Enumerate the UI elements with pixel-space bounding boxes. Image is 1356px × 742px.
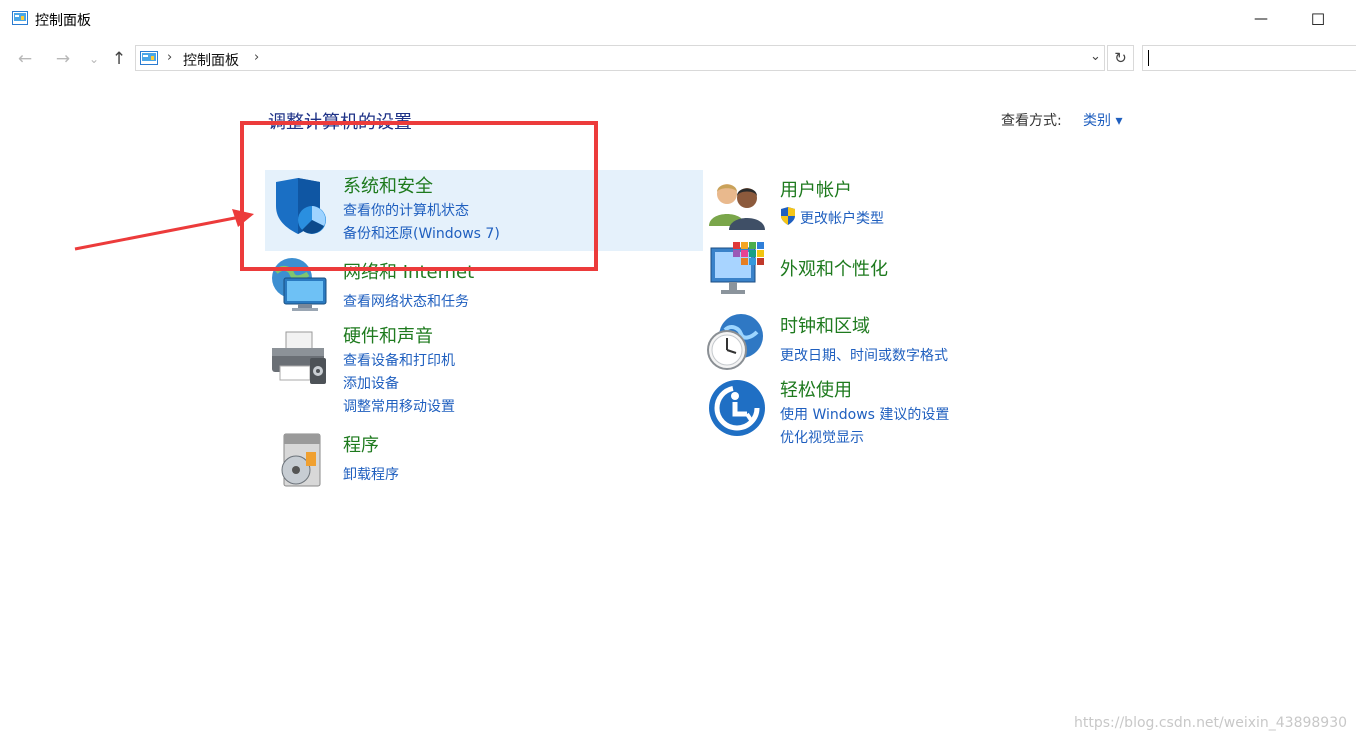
control-panel-icon (140, 51, 158, 65)
link-recommended-settings[interactable]: 使用 Windows 建议的设置 (780, 404, 949, 424)
programs-icon (281, 433, 321, 487)
link-uninstall-program[interactable]: 卸载程序 (343, 464, 399, 484)
view-by-dropdown[interactable]: 类别 ▾ (1083, 110, 1122, 130)
category-appearance[interactable]: 外观和个性化 (780, 255, 888, 281)
address-bar[interactable] (135, 45, 1105, 71)
link-optimize-display[interactable]: 优化视觉显示 (780, 427, 864, 447)
maximize-button[interactable]: ☐ (1295, 0, 1341, 38)
link-network-status[interactable]: 查看网络状态和任务 (343, 291, 469, 311)
annotation-arrow-icon (74, 209, 254, 251)
breadcrumb-control-panel[interactable]: 控制面板 (183, 50, 239, 70)
window-title: 控制面板 (35, 13, 91, 29)
link-change-date-time-format[interactable]: 更改日期、时间或数字格式 (780, 345, 948, 365)
title-bar (0, 0, 1356, 38)
arrow-up-icon: ↑ (111, 49, 127, 69)
view-by-label: 查看方式: (1001, 113, 1062, 129)
refresh-icon: ↻ (1114, 49, 1127, 67)
watermark: https://blog.csdn.net/weixin_43898930 (1074, 715, 1348, 731)
category-ease-of-access[interactable]: 轻松使用 (780, 376, 852, 402)
breadcrumb-separator[interactable]: › (254, 50, 259, 65)
text-caret (1148, 50, 1149, 66)
category-user-accounts[interactable]: 用户帐户 (780, 176, 852, 202)
back-button[interactable]: ← (14, 48, 36, 70)
link-devices-printers[interactable]: 查看设备和打印机 (343, 350, 455, 370)
breadcrumb-separator[interactable]: › (167, 50, 172, 65)
control-panel-icon (12, 11, 28, 25)
address-dropdown-button[interactable]: ⌄ (1090, 49, 1101, 64)
annotation-highlight-box (240, 121, 598, 271)
forward-button[interactable]: → (52, 48, 74, 70)
recent-locations-button[interactable]: ⌄ (83, 48, 105, 70)
category-hardware-sound[interactable]: 硬件和声音 (343, 322, 433, 348)
up-button[interactable]: ↑ (108, 48, 130, 70)
arrow-right-icon: → (55, 49, 71, 69)
printer-icon (272, 331, 326, 384)
link-mobility-settings[interactable]: 调整常用移动设置 (343, 396, 455, 416)
link-change-account-type[interactable]: 更改帐户类型 (800, 208, 884, 228)
clock-globe-icon (707, 314, 763, 370)
arrow-left-icon: ← (17, 49, 33, 69)
minimize-button[interactable]: — (1238, 0, 1284, 38)
link-add-device[interactable]: 添加设备 (343, 373, 399, 393)
category-programs[interactable]: 程序 (343, 431, 379, 457)
accessibility-icon (709, 380, 765, 436)
users-icon (709, 184, 765, 230)
uac-shield-icon (781, 207, 795, 225)
search-input[interactable] (1142, 45, 1356, 71)
chevron-down-icon: ⌄ (88, 52, 100, 66)
appearance-icon (710, 242, 764, 294)
category-clock-region[interactable]: 时钟和区域 (780, 312, 870, 338)
refresh-button[interactable]: ↻ (1107, 45, 1134, 71)
